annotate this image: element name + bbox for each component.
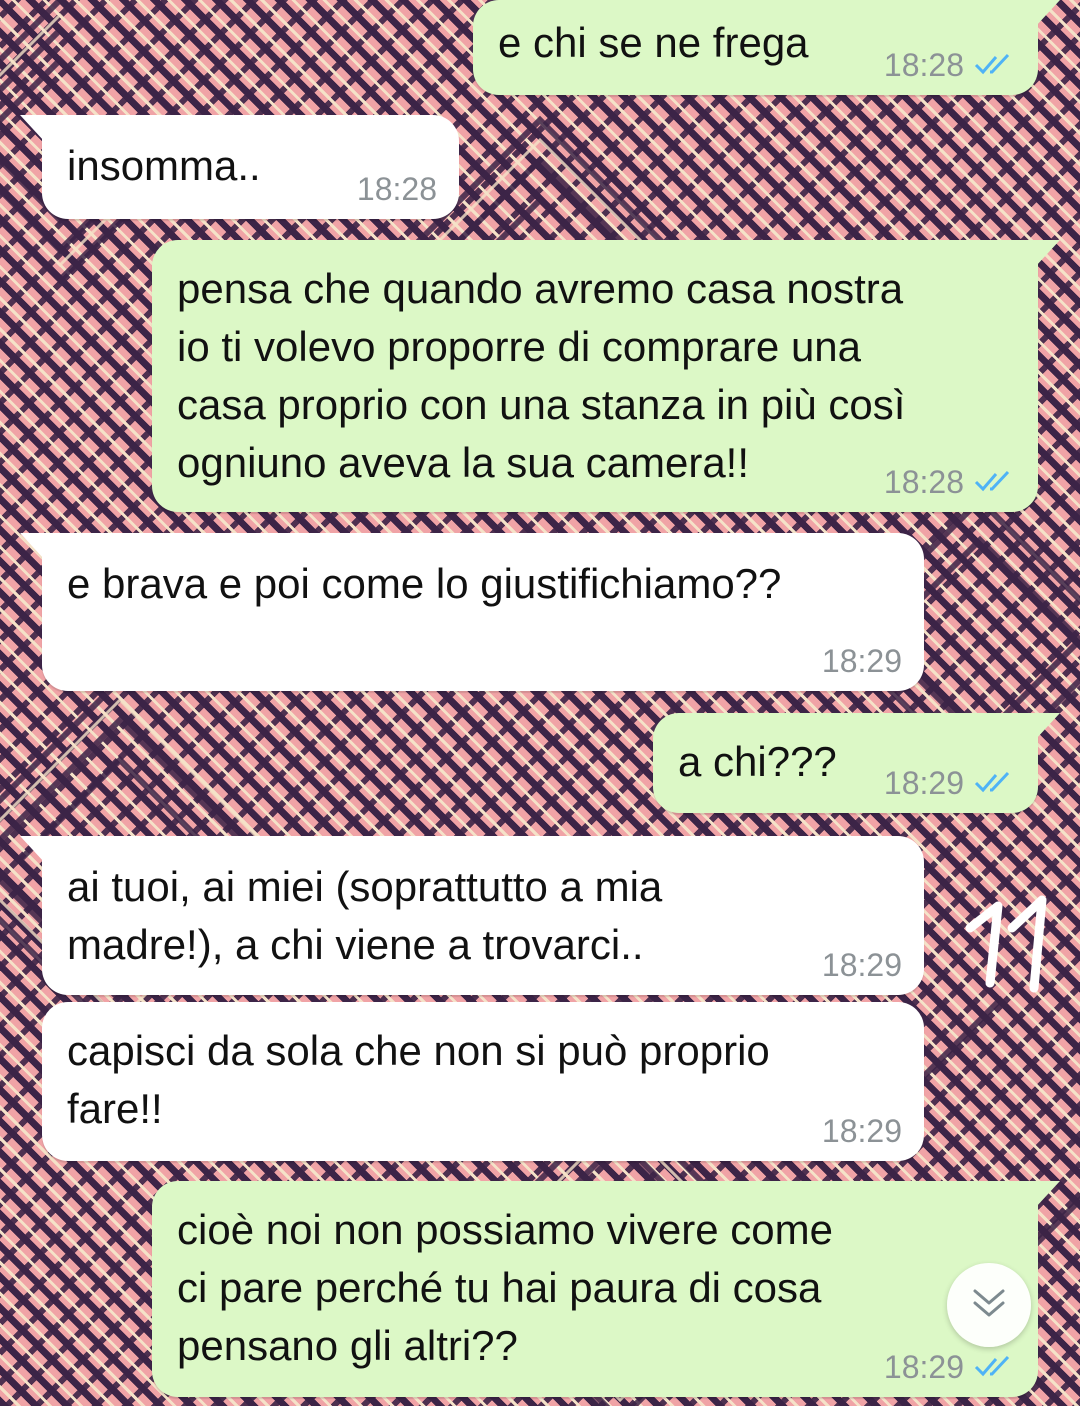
handwritten-mark-icon — [950, 888, 1060, 1013]
message-time: 18:28 — [883, 464, 964, 500]
message-time: 18:28 — [883, 47, 964, 83]
scroll-to-bottom-button[interactable] — [947, 1263, 1031, 1347]
double-check-icon — [974, 1347, 1016, 1387]
message-time: 18:29 — [821, 643, 902, 679]
message-time: 18:29 — [821, 947, 902, 983]
message-meta: 18:29 — [822, 1111, 902, 1151]
message-meta: 18:29 — [884, 1347, 1016, 1387]
double-chevron-down-icon — [969, 1285, 1009, 1326]
message-text: ai tuoi, ai miei (soprattutto a mia madr… — [67, 863, 663, 968]
message-bubble-outgoing[interactable]: pensa che quando avremo casa nostra io t… — [152, 240, 1060, 512]
message-text: insomma.. — [67, 142, 261, 189]
message-meta: 18:29 — [884, 763, 1016, 803]
message-bubble-outgoing[interactable]: a chi??? 18:29 — [653, 713, 1060, 813]
message-time: 18:28 — [356, 171, 437, 207]
message-time: 18:29 — [821, 1113, 902, 1149]
double-check-icon — [974, 462, 1016, 502]
message-meta: 18:28 — [884, 45, 1016, 85]
message-text: a chi??? — [678, 738, 837, 785]
message-time: 18:29 — [883, 1349, 964, 1385]
message-bubble-incoming[interactable]: insomma.. 18:28 — [20, 115, 459, 219]
double-check-icon — [974, 45, 1016, 85]
message-text: cioè noi non possiamo vivere come ci par… — [177, 1206, 834, 1369]
message-bubble-outgoing[interactable]: cioè noi non possiamo vivere come ci par… — [152, 1181, 1060, 1397]
message-time: 18:29 — [883, 765, 964, 801]
message-meta: 18:28 — [884, 462, 1016, 502]
double-check-icon — [974, 763, 1016, 803]
message-text: e brava e poi come lo giustifichiamo?? — [67, 560, 782, 607]
message-meta: 18:28 — [357, 169, 437, 209]
message-bubble-incoming[interactable]: e brava e poi come lo giustifichiamo?? 1… — [20, 533, 924, 691]
message-bubble-incoming[interactable]: ai tuoi, ai miei (soprattutto a mia madr… — [20, 836, 924, 995]
message-bubble-incoming[interactable]: capisci da sola che non si può proprio f… — [42, 1002, 924, 1161]
message-meta: 18:29 — [822, 641, 902, 681]
message-text: capisci da sola che non si può proprio f… — [67, 1027, 770, 1132]
message-meta: 18:29 — [822, 945, 902, 985]
message-text: pensa che quando avremo casa nostra io t… — [177, 265, 906, 486]
message-text: e chi se ne frega — [498, 19, 809, 66]
message-bubble-outgoing[interactable]: e chi se ne frega 18:28 — [473, 0, 1060, 95]
